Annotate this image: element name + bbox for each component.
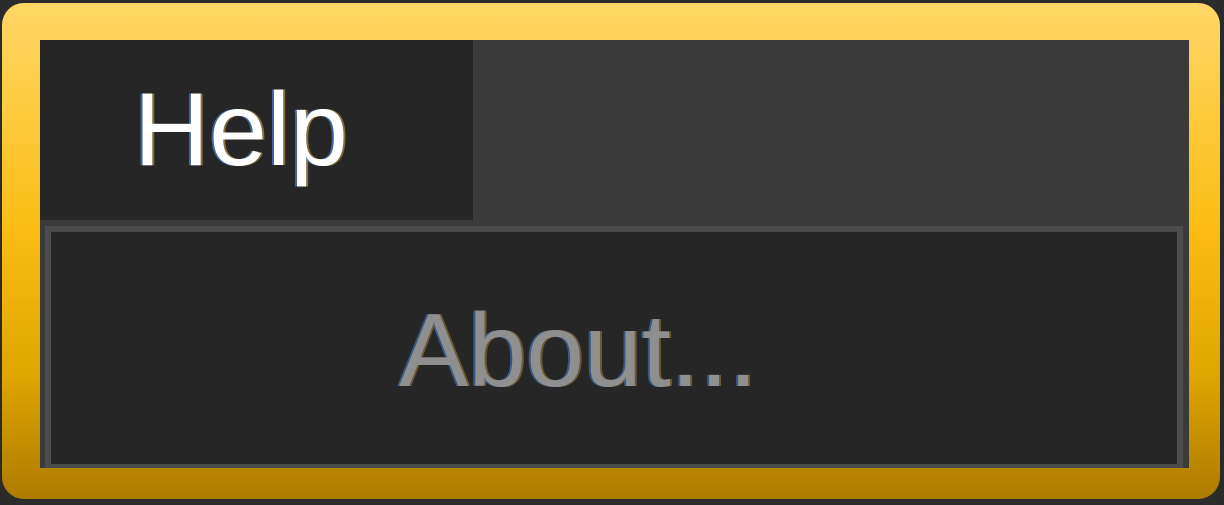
menu-bar: Help <box>40 40 1189 220</box>
highlight-frame: Help About... <box>2 3 1220 499</box>
app-window: Help About... <box>40 40 1189 468</box>
help-dropdown-menu: About... <box>45 226 1183 468</box>
menu-help[interactable]: Help <box>40 40 473 220</box>
menu-item-about[interactable]: About... <box>51 232 1177 464</box>
